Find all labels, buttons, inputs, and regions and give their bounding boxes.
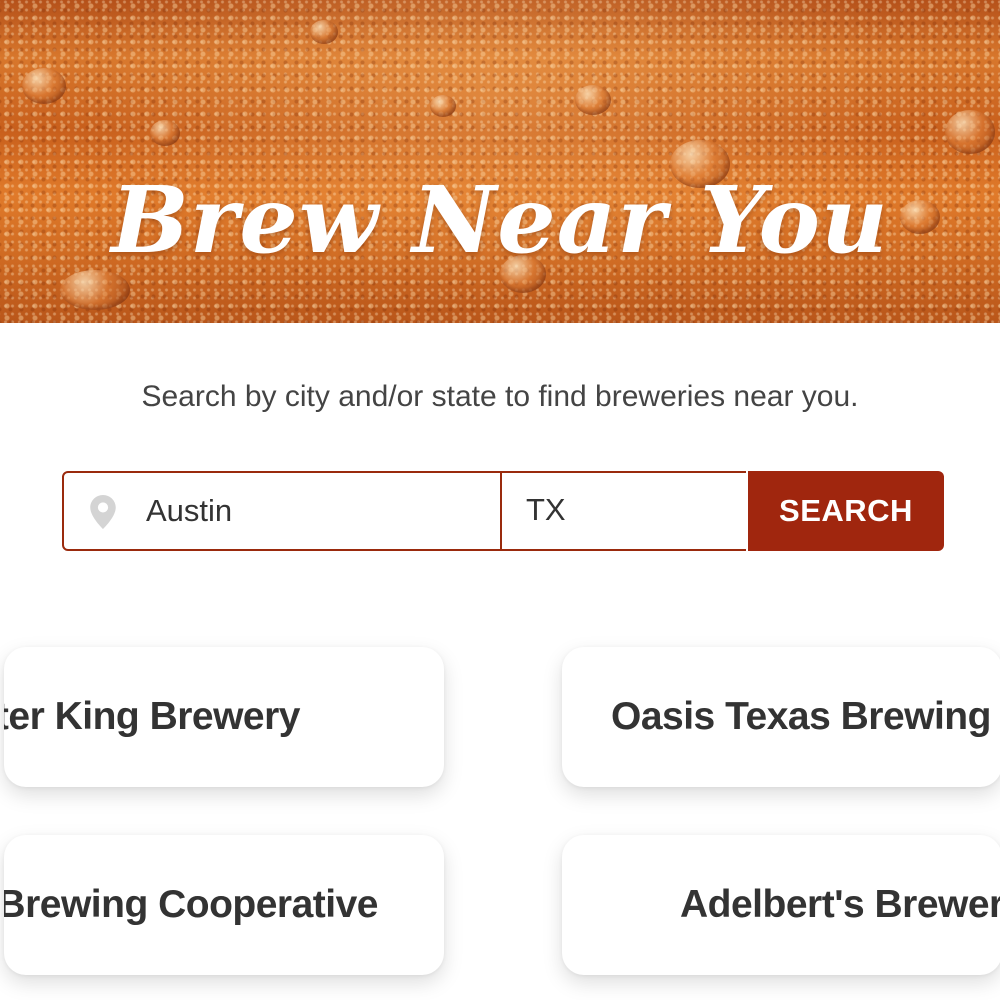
city-input[interactable]	[146, 491, 486, 531]
condensation-drop	[310, 20, 338, 44]
brewery-card[interactable]: Black Star Co-op Brewing Cooperative	[4, 835, 444, 975]
hero-banner: Brew Near You	[0, 0, 1000, 323]
state-input[interactable]	[526, 490, 726, 530]
brewery-name: Adelbert's Brewery	[680, 883, 1000, 926]
condensation-drop	[430, 95, 456, 117]
condensation-drop	[575, 85, 611, 115]
search-bar: SEARCH	[62, 471, 944, 551]
brewery-card[interactable]: Oasis Texas Brewing Company	[562, 647, 1000, 787]
condensation-drop	[150, 120, 180, 146]
search-instructions: Search by city and/or state to find brew…	[141, 380, 859, 413]
brewery-name: Jester King Brewery	[4, 695, 300, 738]
brewery-card[interactable]: Jester King Brewery	[4, 647, 444, 787]
brewery-name: Oasis Texas Brewing Company	[611, 695, 1000, 738]
brewery-card[interactable]: Adelbert's Brewery	[562, 835, 1000, 975]
condensation-drop	[945, 110, 995, 154]
state-field[interactable]	[500, 471, 746, 551]
map-pin-icon	[90, 495, 116, 529]
city-field[interactable]	[62, 471, 502, 551]
search-button[interactable]: SEARCH	[748, 471, 944, 551]
site-title: Brew Near You	[111, 166, 889, 274]
brewery-name: Black Star Co-op Brewing Cooperative	[4, 883, 379, 926]
condensation-drop	[22, 68, 66, 104]
